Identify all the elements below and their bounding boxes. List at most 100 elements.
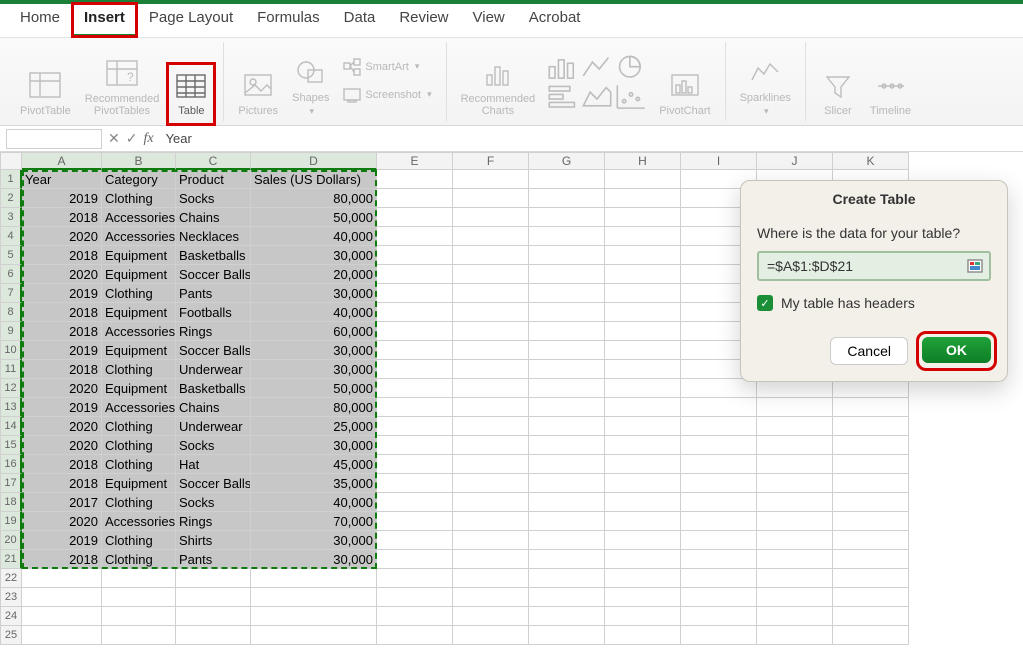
cell[interactable]: [605, 322, 681, 341]
cell[interactable]: [377, 398, 453, 417]
cell[interactable]: [22, 626, 102, 645]
cell[interactable]: [681, 379, 757, 398]
cell[interactable]: [529, 379, 605, 398]
row-header[interactable]: 7: [0, 284, 22, 303]
cell[interactable]: [453, 360, 529, 379]
cell[interactable]: [757, 474, 833, 493]
cell[interactable]: Clothing: [102, 531, 176, 550]
tab-formulas[interactable]: Formulas: [245, 3, 332, 37]
pivottable-button[interactable]: PivotTable: [18, 67, 73, 121]
cell[interactable]: [377, 379, 453, 398]
cell[interactable]: [605, 436, 681, 455]
cell[interactable]: [529, 360, 605, 379]
cell[interactable]: [453, 398, 529, 417]
cell[interactable]: 30,000: [251, 531, 377, 550]
cell[interactable]: 30,000: [251, 246, 377, 265]
cell[interactable]: [605, 303, 681, 322]
tab-insert[interactable]: Insert: [72, 3, 137, 37]
cell[interactable]: [833, 417, 909, 436]
area-chart-icon[interactable]: [581, 83, 613, 111]
cell[interactable]: [377, 436, 453, 455]
cell[interactable]: 50,000: [251, 379, 377, 398]
cell[interactable]: [453, 170, 529, 189]
cell[interactable]: 30,000: [251, 360, 377, 379]
row-header[interactable]: 24: [0, 607, 22, 626]
cell[interactable]: [102, 569, 176, 588]
cell[interactable]: [453, 436, 529, 455]
cell[interactable]: 20,000: [251, 265, 377, 284]
cell[interactable]: [605, 227, 681, 246]
row-header[interactable]: 20: [0, 531, 22, 550]
cell[interactable]: [529, 398, 605, 417]
cell[interactable]: [681, 626, 757, 645]
cell[interactable]: Equipment: [102, 303, 176, 322]
cell[interactable]: [377, 227, 453, 246]
cell[interactable]: [833, 607, 909, 626]
tab-acrobat[interactable]: Acrobat: [517, 3, 593, 37]
cell[interactable]: 2019: [22, 341, 102, 360]
row-header[interactable]: 14: [0, 417, 22, 436]
tab-page-layout[interactable]: Page Layout: [137, 3, 245, 37]
cell[interactable]: [757, 588, 833, 607]
cell[interactable]: [453, 626, 529, 645]
cell[interactable]: Clothing: [102, 417, 176, 436]
row-header[interactable]: 19: [0, 512, 22, 531]
range-input-wrapper[interactable]: [757, 251, 991, 281]
cell[interactable]: [251, 569, 377, 588]
cell[interactable]: 30,000: [251, 436, 377, 455]
recommended-charts-button[interactable]: Recommended Charts: [459, 55, 538, 121]
cell[interactable]: Hat: [176, 455, 251, 474]
cell[interactable]: [681, 455, 757, 474]
cell[interactable]: [529, 170, 605, 189]
cancel-button[interactable]: Cancel: [830, 337, 908, 365]
cell[interactable]: Soccer Balls: [176, 474, 251, 493]
cell[interactable]: Clothing: [102, 493, 176, 512]
cell[interactable]: Clothing: [102, 550, 176, 569]
cell[interactable]: [681, 550, 757, 569]
cell[interactable]: 45,000: [251, 455, 377, 474]
cell[interactable]: [453, 303, 529, 322]
cell[interactable]: Sales (US Dollars): [251, 170, 377, 189]
col-header-E[interactable]: E: [377, 152, 453, 170]
enter-icon[interactable]: ✓: [126, 130, 138, 147]
cell[interactable]: [833, 531, 909, 550]
cell[interactable]: [605, 417, 681, 436]
cell[interactable]: [377, 417, 453, 436]
cell[interactable]: [453, 455, 529, 474]
cell[interactable]: [453, 284, 529, 303]
cell[interactable]: Basketballs: [176, 246, 251, 265]
col-header-D[interactable]: D: [251, 152, 377, 170]
pictures-button[interactable]: Pictures: [236, 67, 280, 121]
row-header[interactable]: 9: [0, 322, 22, 341]
cell[interactable]: 2020: [22, 379, 102, 398]
cell[interactable]: 80,000: [251, 189, 377, 208]
cell[interactable]: Product: [176, 170, 251, 189]
cell[interactable]: [605, 246, 681, 265]
cell[interactable]: [453, 322, 529, 341]
cancel-icon[interactable]: ✕: [108, 130, 120, 147]
cell[interactable]: [377, 303, 453, 322]
cell[interactable]: Footballs: [176, 303, 251, 322]
cell[interactable]: 30,000: [251, 550, 377, 569]
cell[interactable]: [605, 569, 681, 588]
cell[interactable]: [377, 550, 453, 569]
cell[interactable]: 2019: [22, 189, 102, 208]
hbar-chart-icon[interactable]: [547, 83, 579, 111]
shapes-button[interactable]: Shapes▾: [290, 54, 331, 121]
cell[interactable]: [681, 588, 757, 607]
cell[interactable]: [529, 322, 605, 341]
row-header[interactable]: 18: [0, 493, 22, 512]
tab-data[interactable]: Data: [332, 3, 388, 37]
cell[interactable]: [681, 607, 757, 626]
fx-icon[interactable]: fx: [143, 131, 153, 147]
cell[interactable]: [833, 569, 909, 588]
cell[interactable]: [757, 493, 833, 512]
cell[interactable]: 40,000: [251, 493, 377, 512]
cell[interactable]: Equipment: [102, 474, 176, 493]
cell[interactable]: Basketballs: [176, 379, 251, 398]
cell[interactable]: [605, 284, 681, 303]
row-header[interactable]: 25: [0, 626, 22, 645]
row-header[interactable]: 1: [0, 170, 22, 189]
cell[interactable]: [453, 493, 529, 512]
cell[interactable]: Clothing: [102, 189, 176, 208]
